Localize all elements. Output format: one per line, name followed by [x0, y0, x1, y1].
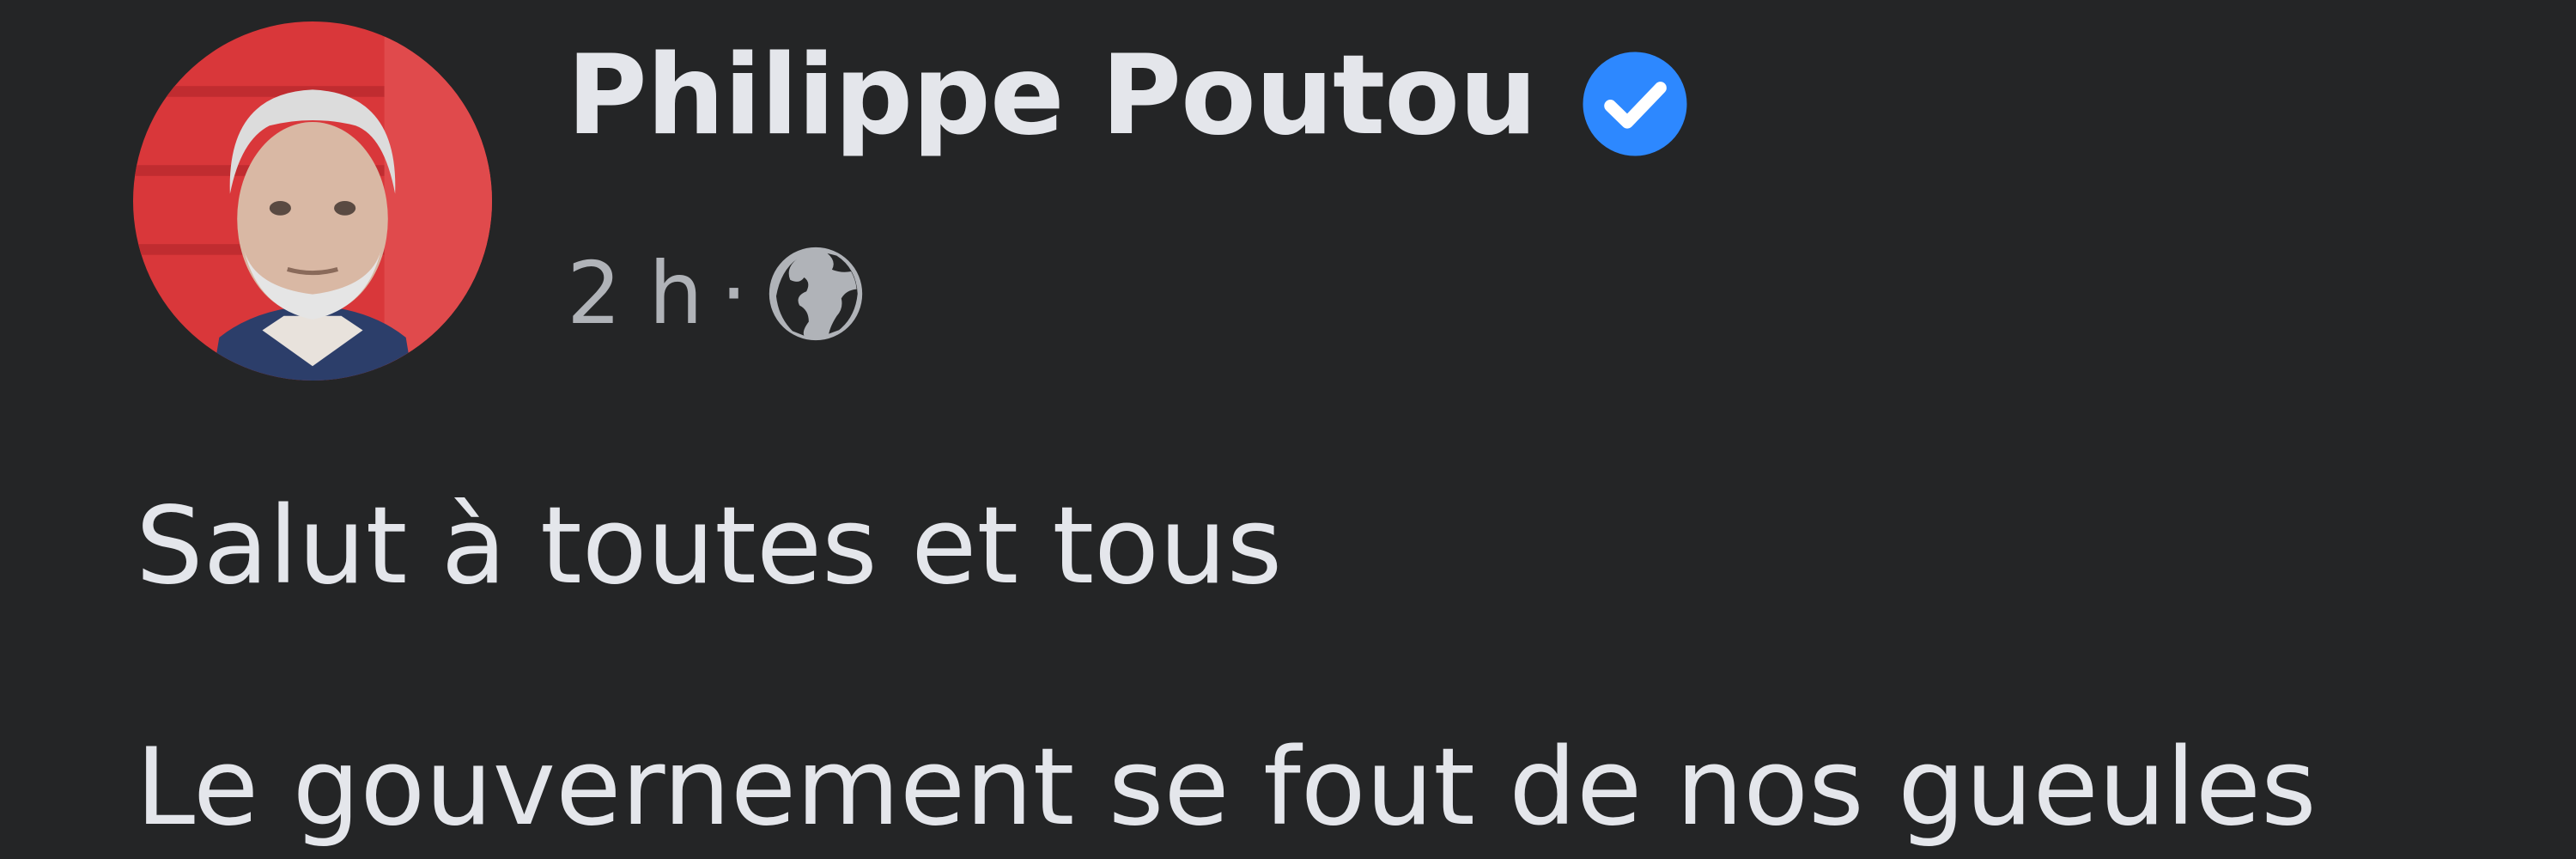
profile-photo — [133, 21, 492, 381]
post-timestamp-link[interactable]: 2 h — [567, 251, 703, 337]
verified-badge-icon — [1578, 47, 1692, 161]
meta-separator: · — [720, 243, 748, 344]
post-text-line: Le gouvernement se fout de nos gueules — [136, 726, 2317, 850]
globe-icon[interactable] — [760, 238, 872, 350]
post-meta: 2 h · — [567, 242, 872, 345]
facebook-post: Philippe Poutou 2 h · Salut à toutes et … — [0, 0, 2576, 859]
author-name-link[interactable]: Philippe Poutou — [567, 41, 1537, 151]
author-avatar[interactable] — [133, 21, 492, 381]
post-text-line: Salut à toutes et tous — [136, 484, 1283, 608]
